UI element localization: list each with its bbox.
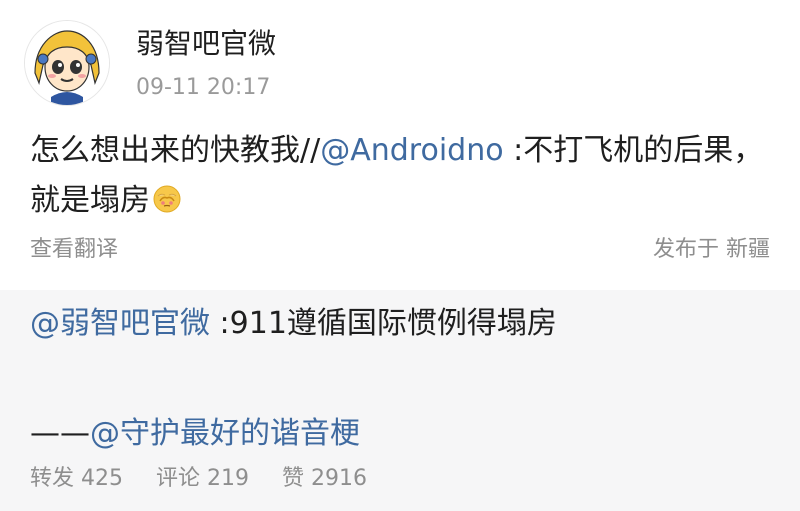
sad-face-emoji-icon	[152, 180, 182, 213]
repost-text-line-2: ——@守护最好的谐音梗	[30, 414, 360, 454]
repost-dash: ——	[30, 416, 90, 451]
repost-count[interactable]: 转发 425	[30, 465, 123, 493]
repost-stats: 转发 425 评论 219 赞 2916	[30, 465, 393, 493]
repost-text-line-1: @弱智吧官微 :911遵循国际惯例得塌房	[30, 304, 557, 344]
content-text-1: 怎么想出来的快教我//	[30, 133, 321, 168]
mention-link-xieyingeng[interactable]: @守护最好的谐音梗	[90, 416, 360, 451]
author-name[interactable]: 弱智吧官微	[136, 26, 276, 62]
repost-card[interactable]: @弱智吧官微 :911遵循国际惯例得塌房 ——@守护最好的谐音梗 转发 425 …	[0, 290, 800, 511]
avatar[interactable]	[24, 20, 110, 106]
mention-link-ruozhiba[interactable]: @弱智吧官微	[30, 306, 210, 341]
avatar-image	[25, 21, 109, 105]
view-translation-link[interactable]: 查看翻译	[30, 236, 118, 264]
post-location: 发布于 新疆	[653, 237, 770, 262]
weibo-post-card: 弱智吧官微 09-11 20:17 怎么想出来的快教我//@Androidno …	[0, 0, 800, 290]
mention-link-androidno[interactable]: @Androidno	[320, 133, 503, 168]
repost-text: :911遵循国际惯例得塌房	[210, 306, 557, 341]
comment-count[interactable]: 评论 219	[156, 465, 249, 493]
post-content: 怎么想出来的快教我//@Androidno :不打飞机的后果，就是塌房	[30, 126, 770, 226]
post-timestamp: 09-11 20:17	[136, 75, 271, 100]
like-count[interactable]: 赞 2916	[282, 465, 367, 493]
